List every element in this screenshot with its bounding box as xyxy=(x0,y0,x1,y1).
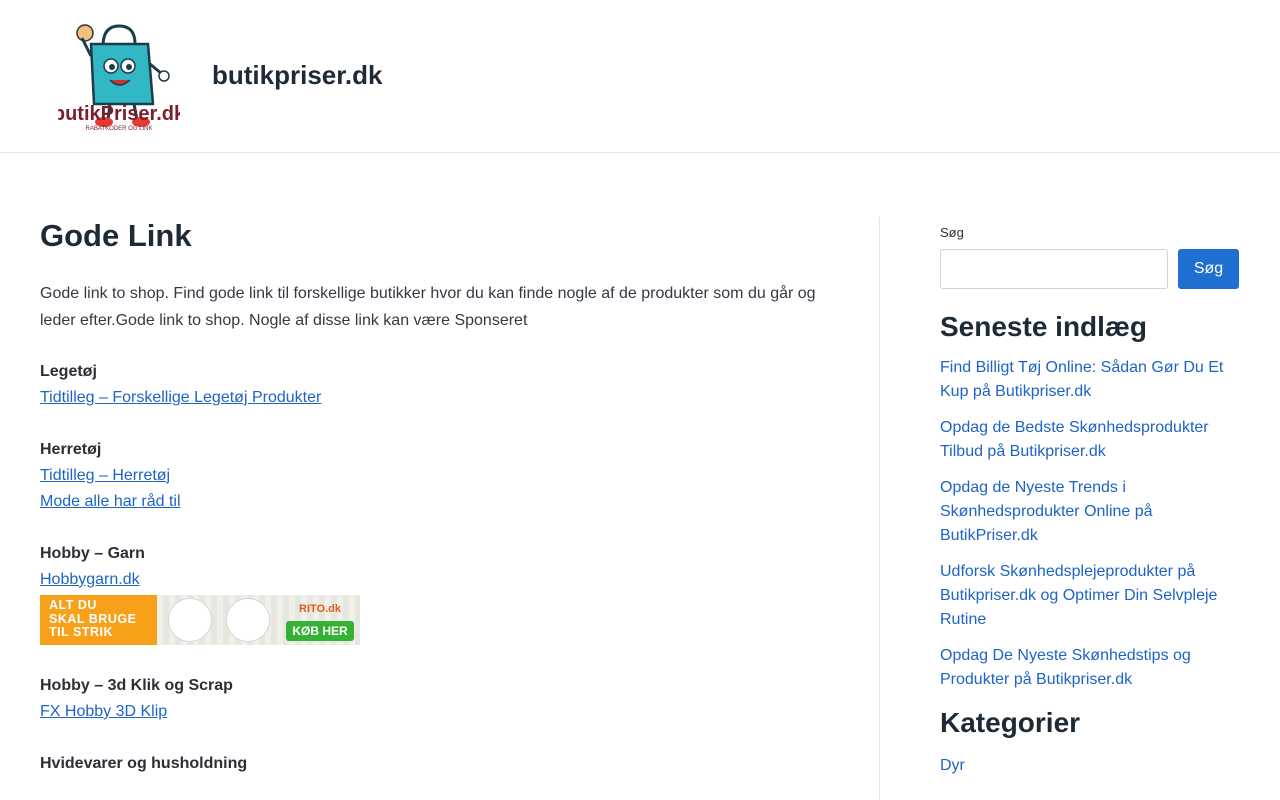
site-logo[interactable]: butikPriser.dk RABATKODER OG LINK xyxy=(58,16,180,134)
svg-text:RABATKODER OG LINK: RABATKODER OG LINK xyxy=(86,126,153,132)
search-form: Søg xyxy=(940,249,1240,289)
column-divider xyxy=(879,217,880,800)
link-hobbygarn[interactable]: Hobbygarn.dk xyxy=(40,567,840,594)
banner-text: ALT DU SKAL BRUGE TIL STRIK xyxy=(40,595,157,645)
yarn-tool-icon xyxy=(168,598,212,642)
main-content: Gode Link Gode link to shop. Find gode l… xyxy=(40,216,840,777)
section-heading: Legetøj xyxy=(40,363,97,380)
recent-post-link[interactable]: Opdag de Bedste Skønhedsprodukter Tilbud… xyxy=(940,416,1240,464)
recent-post-link[interactable]: Opdag de Nyeste Trends i Skønhedsprodukt… xyxy=(940,476,1240,548)
yarn-cups-icon xyxy=(226,598,270,642)
section-heading: Hobby – 3d Klik og Scrap xyxy=(40,677,233,694)
svg-text:butikPriser.dk: butikPriser.dk xyxy=(58,103,180,125)
sidebar: Søg Søg Seneste indlæg Find Billigt Tøj … xyxy=(940,224,1240,778)
recent-post-link[interactable]: Find Billigt Tøj Online: Sådan Gør Du Et… xyxy=(940,356,1240,404)
section-herretoj: Herretøj Tidtilleg – Herretøj Mode alle … xyxy=(40,437,840,516)
rito-brand-logo: RITO.dk xyxy=(299,603,341,615)
categories-list: Dyr xyxy=(940,754,1240,778)
list-item: Opdag De Nyeste Skønhedstips og Produkte… xyxy=(940,644,1240,692)
section-heading: Hvidevarer og husholdning xyxy=(40,754,248,772)
search-label: Søg xyxy=(940,225,964,240)
section-hobby-3d: Hobby – 3d Klik og Scrap FX Hobby 3D Kli… xyxy=(40,673,840,726)
site-header: butikPriser.dk RABATKODER OG LINK butikp… xyxy=(0,0,1280,153)
section-hvidevarer: Hvidevarer og husholdning xyxy=(40,751,840,777)
link-tidtilleg-herretoj[interactable]: Tidtilleg – Herretøj xyxy=(40,463,840,490)
section-hobby-garn: Hobby – Garn Hobbygarn.dk ALT DU SKAL BR… xyxy=(40,541,840,645)
categories-title: Kategorier xyxy=(940,707,1081,738)
search-button[interactable]: Søg xyxy=(1178,249,1239,289)
recent-posts-title: Seneste indlæg xyxy=(940,311,1147,342)
link-fx-hobby[interactable]: FX Hobby 3D Klip xyxy=(40,699,840,726)
category-link[interactable]: Dyr xyxy=(940,757,965,774)
search-input[interactable] xyxy=(940,249,1168,289)
recent-posts-list: Find Billigt Tøj Online: Sådan Gør Du Et… xyxy=(940,356,1240,692)
list-item: Find Billigt Tøj Online: Sådan Gør Du Et… xyxy=(940,356,1240,404)
page-title: Gode Link xyxy=(40,218,192,253)
rito-banner-ad[interactable]: ALT DU SKAL BRUGE TIL STRIK RITO.dk KØB … xyxy=(40,595,360,645)
recent-post-link[interactable]: Opdag De Nyeste Skønhedstips og Produkte… xyxy=(940,644,1240,692)
link-tidtilleg-legetoj[interactable]: Tidtilleg – Forskellige Legetøj Produkte… xyxy=(40,385,840,412)
list-item: Opdag de Nyeste Trends i Skønhedsprodukt… xyxy=(940,476,1240,548)
list-item: Udforsk Skønhedsplejeprodukter på Butikp… xyxy=(940,560,1240,632)
section-legetoj: Legetøj Tidtilleg – Forskellige Legetøj … xyxy=(40,359,840,412)
site-title[interactable]: butikpriser.dk xyxy=(212,60,383,91)
link-mode[interactable]: Mode alle har råd til xyxy=(40,489,840,516)
section-heading: Herretøj xyxy=(40,440,102,458)
list-item: Dyr xyxy=(940,754,1240,778)
banner-cta-button: KØB HER xyxy=(286,621,354,641)
recent-post-link[interactable]: Udforsk Skønhedsplejeprodukter på Butikp… xyxy=(940,560,1240,632)
intro-text: Gode link to shop. Find gode link til fo… xyxy=(40,285,816,329)
list-item: Opdag de Bedste Skønhedsprodukter Tilbud… xyxy=(940,416,1240,464)
section-heading: Hobby – Garn xyxy=(40,544,145,562)
